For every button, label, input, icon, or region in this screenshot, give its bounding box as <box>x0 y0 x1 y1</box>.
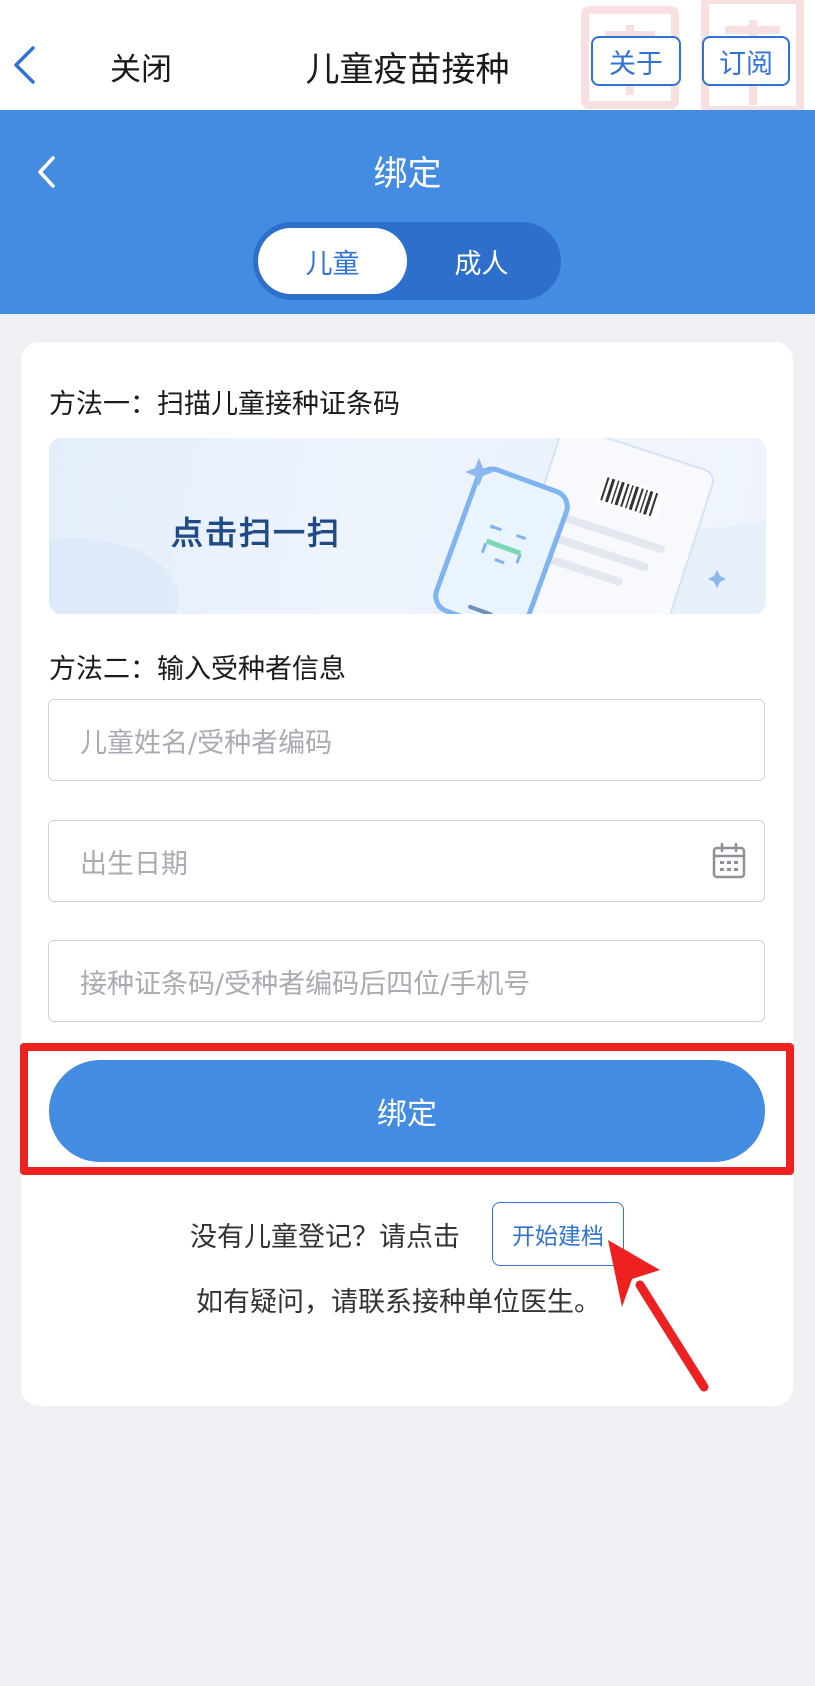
certificate-code-input[interactable]: 接种证条码/受种者编码后四位/手机号 <box>48 940 765 1022</box>
type-segmented-control: 儿童 成人 <box>253 222 561 300</box>
app-top-bar: 关闭 儿童疫苗接种 关于 订阅 <box>0 0 815 110</box>
subscribe-button[interactable]: 订阅 <box>702 36 790 86</box>
page-title: 绑定 <box>373 154 442 194</box>
calendar-icon[interactable] <box>712 843 746 879</box>
method-two-label: 方法二：输入受种者信息 <box>49 654 346 685</box>
birth-date-placeholder: 出生日期 <box>80 848 188 880</box>
contact-text: 如有疑问，请联系接种单位医生。 <box>196 1287 601 1318</box>
birth-date-input[interactable]: 出生日期 <box>48 820 765 902</box>
method-one-label: 方法一：扫描儿童接种证条码 <box>49 389 400 420</box>
scan-illustration-icon <box>49 438 766 614</box>
tab-adult[interactable]: 成人 <box>407 228 556 294</box>
start-record-button[interactable]: 开始建档 <box>492 1202 624 1266</box>
scan-banner-button[interactable]: 点击扫一扫 <box>49 438 766 614</box>
child-name-input[interactable]: 儿童姓名/受种者编码 <box>48 699 765 781</box>
certificate-code-placeholder: 接种证条码/受种者编码后四位/手机号 <box>80 968 531 1000</box>
tab-child[interactable]: 儿童 <box>258 228 407 294</box>
child-name-placeholder: 儿童姓名/受种者编码 <box>80 727 333 759</box>
chevron-left-icon <box>14 46 35 84</box>
page-header: 绑定 儿童 成人 <box>0 110 815 314</box>
close-button[interactable]: 关闭 <box>110 44 172 89</box>
bind-button[interactable]: 绑定 <box>49 1060 765 1162</box>
scan-prompt: 点击扫一扫 <box>171 514 342 552</box>
back-button[interactable] <box>6 38 42 92</box>
no-record-text: 没有儿童登记？请点击 <box>190 1222 460 1253</box>
about-button[interactable]: 关于 <box>591 36 681 86</box>
